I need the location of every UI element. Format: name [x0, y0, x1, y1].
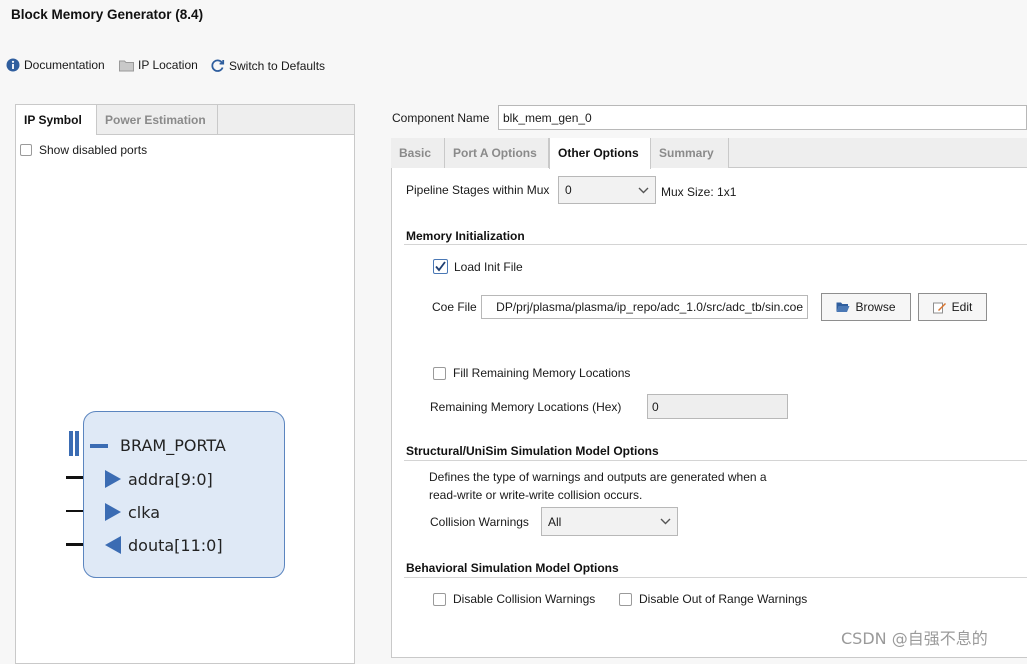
- disable-collision-label: Disable Collision Warnings: [453, 592, 596, 606]
- collision-warnings-label: Collision Warnings: [430, 515, 529, 529]
- fill-remaining-checkbox[interactable]: [433, 366, 446, 380]
- ip-location-label: IP Location: [138, 58, 198, 72]
- input-arrow-icon: [105, 503, 121, 521]
- behavioral-options-title: Behavioral Simulation Model Options: [406, 561, 619, 575]
- tab-ip-symbol[interactable]: IP Symbol: [16, 105, 97, 135]
- documentation-button[interactable]: Documentation: [6, 58, 105, 72]
- fill-remaining-label: Fill Remaining Memory Locations: [453, 366, 631, 380]
- show-disabled-ports-checkbox[interactable]: [20, 144, 32, 156]
- section-divider: [404, 244, 1027, 245]
- remaining-memory-label: Remaining Memory Locations (Hex): [430, 400, 622, 414]
- structural-description-line1: Defines the type of warnings and outputs…: [429, 470, 767, 484]
- load-init-file-checkbox[interactable]: [433, 259, 448, 274]
- port-douta: douta[11:0]: [128, 536, 223, 555]
- collision-warnings-select[interactable]: All: [541, 507, 678, 536]
- interface-collapse-icon: [90, 444, 108, 448]
- browse-button[interactable]: Browse: [821, 293, 911, 321]
- left-tab-bar: IP Symbol Power Estimation: [16, 105, 354, 135]
- port-clka: clka: [128, 503, 161, 522]
- mux-size-label: Mux Size: 1x1: [661, 185, 737, 199]
- component-name-label: Component Name: [392, 111, 490, 125]
- fill-remaining-option[interactable]: Fill Remaining Memory Locations: [433, 366, 630, 380]
- tab-summary[interactable]: Summary: [651, 138, 729, 168]
- structural-description-line2: read-write or write-write collision occu…: [429, 488, 643, 502]
- coe-file-label: Coe File: [432, 300, 477, 314]
- show-disabled-ports-option[interactable]: Show disabled ports: [20, 143, 147, 157]
- port-addra: addra[9:0]: [128, 470, 213, 489]
- checkmark-icon: [435, 261, 446, 272]
- window-title: Block Memory Generator (8.4): [11, 7, 204, 22]
- disable-collision-option[interactable]: Disable Collision Warnings: [433, 592, 595, 606]
- interface-name: BRAM_PORTA: [120, 436, 226, 455]
- memory-initialization-title: Memory Initialization: [406, 229, 525, 243]
- collision-warnings-value: All: [548, 514, 562, 529]
- documentation-label: Documentation: [24, 58, 105, 72]
- disable-collision-checkbox[interactable]: [433, 592, 446, 606]
- coe-file-input[interactable]: DP/prj/plasma/plasma/ip_repo/adc_1.0/src…: [481, 295, 808, 319]
- load-init-file-label: Load Init File: [454, 259, 523, 274]
- info-icon: [6, 58, 20, 72]
- edit-icon: [932, 302, 946, 313]
- edit-button[interactable]: Edit: [918, 293, 987, 321]
- edit-label: Edit: [951, 300, 973, 314]
- coe-file-path: DP/prj/plasma/plasma/ip_repo/adc_1.0/src…: [496, 300, 803, 314]
- block-memory-symbol: BRAM_PORTA addra[9:0] clka douta[11:0]: [83, 411, 285, 578]
- interface-bar-right: [75, 431, 79, 456]
- section-divider: [404, 577, 1027, 578]
- disable-out-of-range-option[interactable]: Disable Out of Range Warnings: [619, 592, 807, 606]
- interface-bar-left: [69, 431, 73, 456]
- ip-location-button[interactable]: IP Location: [119, 58, 198, 72]
- tab-basic[interactable]: Basic: [391, 138, 445, 168]
- structural-options-title: Structural/UniSim Simulation Model Optio…: [406, 444, 659, 458]
- disable-out-of-range-checkbox[interactable]: [619, 592, 632, 606]
- ip-symbol-panel: IP Symbol Power Estimation Show disabled…: [15, 104, 355, 664]
- open-folder-icon: [836, 302, 850, 312]
- load-init-file-option[interactable]: Load Init File: [433, 259, 523, 274]
- tab-other-options[interactable]: Other Options: [549, 138, 651, 169]
- output-arrow-icon: [105, 536, 121, 554]
- chevron-down-icon: [660, 518, 671, 525]
- folder-icon: [119, 59, 134, 72]
- addra-wire: [66, 476, 84, 479]
- disable-out-of-range-label: Disable Out of Range Warnings: [639, 592, 808, 606]
- refresh-icon: [210, 58, 225, 73]
- browse-label: Browse: [855, 300, 896, 314]
- component-name-input[interactable]: blk_mem_gen_0: [498, 105, 1027, 130]
- section-divider: [404, 460, 1027, 461]
- remaining-memory-input[interactable]: 0: [647, 394, 788, 419]
- chevron-down-icon: [638, 187, 649, 193]
- show-disabled-ports-label: Show disabled ports: [39, 143, 148, 157]
- pipeline-stages-label: Pipeline Stages within Mux: [406, 183, 550, 197]
- pipeline-stages-value: 0: [565, 183, 572, 197]
- watermark-text: CSDN @自强不息的: [841, 629, 988, 648]
- switch-to-defaults-label: Switch to Defaults: [229, 58, 326, 73]
- switch-to-defaults-button[interactable]: Switch to Defaults: [210, 58, 325, 73]
- tab-power-estimation[interactable]: Power Estimation: [97, 105, 218, 134]
- input-arrow-icon: [105, 470, 121, 488]
- clka-wire: [66, 510, 84, 512]
- douta-wire: [66, 543, 84, 546]
- pipeline-stages-select[interactable]: 0: [558, 176, 656, 204]
- tab-port-a-options[interactable]: Port A Options: [445, 138, 549, 168]
